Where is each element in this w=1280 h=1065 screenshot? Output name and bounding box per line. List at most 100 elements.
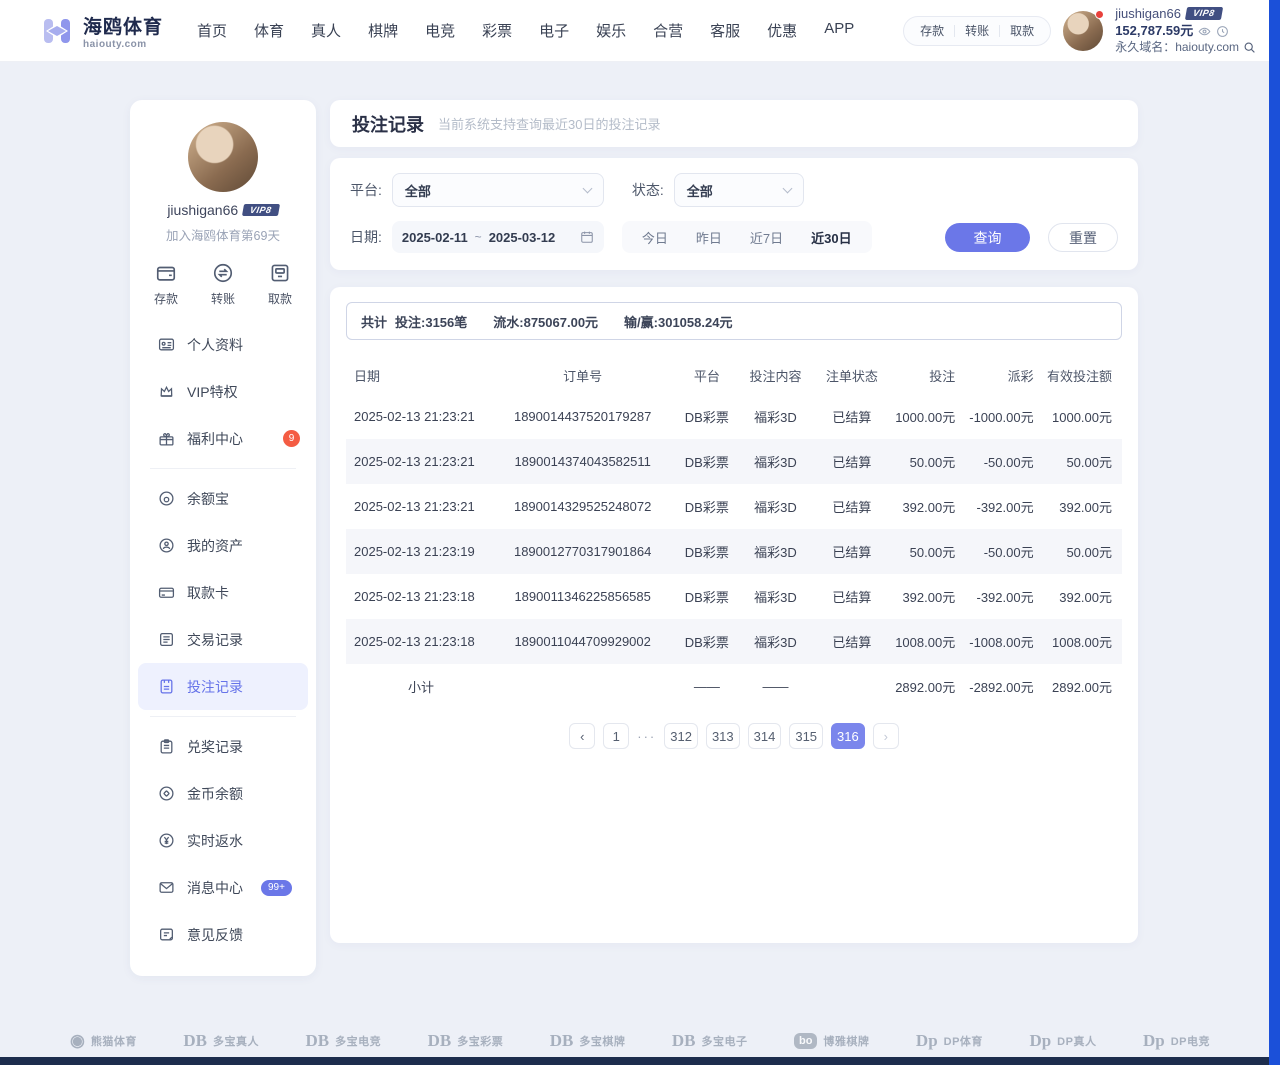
db-logo-mark: DB <box>305 1031 329 1051</box>
refresh-icon[interactable] <box>1216 25 1229 38</box>
logo[interactable]: 海鸥体育 haiouty.com <box>40 12 163 50</box>
sidebar-item-messages[interactable]: 消息中心 99+ <box>130 864 316 911</box>
sidebar-item-welfare[interactable]: 福利中心 9 <box>130 415 316 462</box>
records-panel: 共计 投注:3156笔 流水:875067.00元 输/赢:301058.24元… <box>330 287 1138 943</box>
cell-date: 2025-02-13 21:23:21 <box>346 484 490 529</box>
transfer-action[interactable]: 转账 <box>211 262 235 307</box>
sidebar: jiushigan66 VIP8 加入海鸥体育第69天 存款 转账 取款 个人资… <box>130 100 316 976</box>
assets-icon <box>158 537 175 554</box>
sidebar-item-feedback[interactable]: 意见反馈 <box>130 911 316 958</box>
cell-order-no: 1890011044709929002 <box>490 619 676 664</box>
db-logo-mark: DB <box>428 1031 452 1051</box>
cell-date: 2025-02-13 21:23:18 <box>346 619 490 664</box>
cell-date: 2025-02-13 21:23:21 <box>346 439 490 484</box>
deposit-action[interactable]: 存款 <box>154 262 178 307</box>
sidebar-item-label: 余额宝 <box>187 489 229 509</box>
cell-platform: DB彩票 <box>676 619 738 664</box>
nav-item-app[interactable]: APP <box>824 20 854 41</box>
nav-item-esports[interactable]: 电竞 <box>425 20 455 41</box>
clipboard-icon <box>158 738 175 755</box>
pagination-page-315[interactable]: 315 <box>789 723 823 749</box>
sidebar-item-withdraw-card[interactable]: 取款卡 <box>130 569 316 616</box>
sidebar-avatar[interactable] <box>188 122 258 192</box>
cell-payout: -1008.00元 <box>965 619 1043 664</box>
date-range-picker[interactable]: 2025-02-11 ~ 2025-03-12 <box>392 221 604 253</box>
col-bet: 投注 <box>891 356 965 394</box>
platform-select[interactable]: 全部 <box>392 173 604 207</box>
nav-item-promo[interactable]: 优惠 <box>767 20 797 41</box>
pagination-page-313[interactable]: 313 <box>706 723 740 749</box>
status-select[interactable]: 全部 <box>674 173 804 207</box>
nav-item-boardgames[interactable]: 棋牌 <box>368 20 398 41</box>
cell-payout: -50.00元 <box>965 439 1043 484</box>
pagination-page-314[interactable]: 314 <box>748 723 782 749</box>
pagination-next[interactable]: › <box>873 723 899 749</box>
sidebar-item-profile[interactable]: 个人资料 <box>130 321 316 368</box>
transfer-link[interactable]: 转账 <box>955 22 999 39</box>
summary-prefix: 共计 <box>361 312 387 331</box>
search-icon[interactable] <box>1243 41 1256 54</box>
user-info: jiushigan66 VIP8 152,787.59元 永久域名：haiout… <box>1115 6 1256 56</box>
subtotal-content-dash: —— <box>738 664 813 709</box>
quick-range-group: 今日 昨日 近7日 近30日 <box>622 221 872 253</box>
pagination-page-312[interactable]: 312 <box>664 723 698 749</box>
rebate-yuan-icon <box>158 832 175 849</box>
yuebao-icon <box>158 490 175 507</box>
pagination-prev[interactable]: ‹ <box>569 723 595 749</box>
search-button[interactable]: 查询 <box>945 223 1030 252</box>
withdraw-action[interactable]: 取款 <box>268 262 292 307</box>
range-yesterday[interactable]: 昨日 <box>682 228 736 247</box>
transaction-list-icon <box>158 631 175 648</box>
nav-item-service[interactable]: 客服 <box>710 20 740 41</box>
date-to: 2025-03-12 <box>489 230 556 245</box>
partner-db-slots: DB 多宝电子 <box>672 1031 748 1051</box>
db-logo-mark: DB <box>672 1031 696 1051</box>
nav-item-affiliate[interactable]: 合营 <box>653 20 683 41</box>
nav-item-slots[interactable]: 电子 <box>539 20 569 41</box>
range-30days[interactable]: 近30日 <box>797 228 865 247</box>
pagination-ellipsis: ··· <box>637 729 656 744</box>
nav-item-live[interactable]: 真人 <box>311 20 341 41</box>
cell-status: 已结算 <box>813 619 891 664</box>
sidebar-item-redeem-records[interactable]: 兑奖记录 <box>130 723 316 770</box>
cell-valid-bet: 1000.00元 <box>1044 394 1122 439</box>
panda-logo-mark: ◉ <box>70 1031 85 1051</box>
reset-button[interactable]: 重置 <box>1048 223 1118 252</box>
eye-icon[interactable] <box>1198 25 1211 38</box>
withdraw-link[interactable]: 取款 <box>1000 22 1044 39</box>
subtotal-payout: -2892.00元 <box>965 664 1043 709</box>
sidebar-item-label: 金币余额 <box>187 784 243 804</box>
quick-action-label: 取款 <box>268 290 292 307</box>
cell-content: 福彩3D <box>738 529 813 574</box>
range-today[interactable]: 今日 <box>628 228 682 247</box>
cell-valid-bet: 392.00元 <box>1044 574 1122 619</box>
nav-item-sports[interactable]: 体育 <box>254 20 284 41</box>
cell-valid-bet: 392.00元 <box>1044 484 1122 529</box>
sidebar-item-bet-records[interactable]: 投注记录 <box>138 663 308 710</box>
pagination-page-1[interactable]: 1 <box>603 723 629 749</box>
deposit-link[interactable]: 存款 <box>910 22 954 39</box>
quick-action-label: 转账 <box>211 290 235 307</box>
feedback-icon <box>158 926 175 943</box>
sidebar-item-assets[interactable]: 我的资产 <box>130 522 316 569</box>
nav-item-lottery[interactable]: 彩票 <box>482 20 512 41</box>
range-7days[interactable]: 近7日 <box>736 228 797 247</box>
sidebar-item-coin-balance[interactable]: 金币余额 <box>130 770 316 817</box>
pagination-page-316-active[interactable]: 316 <box>831 723 865 749</box>
user-avatar[interactable] <box>1063 11 1103 51</box>
bet-records-table: 日期 订单号 平台 投注内容 注单状态 投注 派彩 有效投注额 2025-02-… <box>346 356 1122 709</box>
sidebar-item-yuebao[interactable]: 余额宝 <box>130 475 316 522</box>
sidebar-item-vip[interactable]: VIP特权 <box>130 368 316 415</box>
sidebar-item-rebate[interactable]: 实时返水 <box>130 817 316 864</box>
cell-valid-bet: 50.00元 <box>1044 439 1122 484</box>
partner-dp-esports: Dp DP电竞 <box>1143 1031 1210 1051</box>
db-logo-mark: DB <box>550 1031 574 1051</box>
sidebar-item-transactions[interactable]: 交易记录 <box>130 616 316 663</box>
partner-db-lottery: DB 多宝彩票 <box>428 1031 504 1051</box>
cell-payout: -392.00元 <box>965 484 1043 529</box>
subtotal-row: 小计 —— —— 2892.00元 -2892.00元 2892.00元 <box>346 664 1122 709</box>
nav-item-home[interactable]: 首页 <box>197 20 227 41</box>
sidebar-item-label: 福利中心 <box>187 429 243 449</box>
topbar-user-area: 存款 转账 取款 jiushigan66 VIP8 152,787.59元 <box>903 6 1256 56</box>
nav-item-entertainment[interactable]: 娱乐 <box>596 20 626 41</box>
